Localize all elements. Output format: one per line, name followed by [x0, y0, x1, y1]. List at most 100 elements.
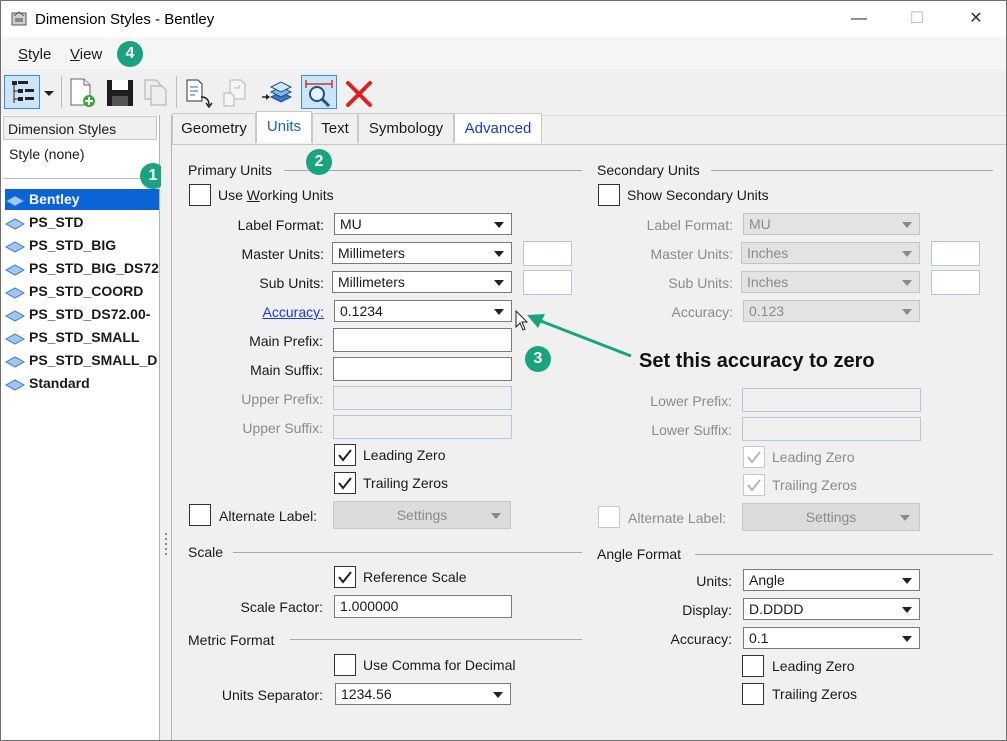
panel-splitter[interactable] — [161, 115, 172, 740]
angle-units-select[interactable]: Angle — [743, 569, 920, 591]
style-item-ps-std-coord[interactable]: PS_STD_COORD — [5, 281, 159, 302]
primary-accuracy-select[interactable]: 0.1234 — [334, 300, 512, 322]
primary-leading-zero-checkbox[interactable] — [334, 444, 356, 466]
minimize-button[interactable]: — — [836, 7, 882, 31]
scale-factor-label: Scale Factor: — [240, 599, 323, 615]
dimension-styles-window: Dimension Styles - Bentley — ☐ ✕ Style V… — [0, 0, 1007, 741]
dimension-style-icon — [5, 356, 25, 368]
use-working-units-checkbox[interactable] — [189, 184, 211, 206]
primary-accuracy-value: 0.1234 — [340, 303, 383, 319]
menu-bar: Style View 4 — [1, 37, 1006, 69]
primary-sub-units-select[interactable]: Millimeters — [332, 271, 512, 293]
angle-accuracy-select[interactable]: 0.1 — [743, 627, 920, 649]
style-item-standard[interactable]: Standard — [5, 373, 159, 394]
style-item-bentley[interactable]: Bentley — [5, 189, 159, 210]
secondary-accuracy-select[interactable]: 0.123 — [743, 300, 920, 322]
main-prefix-input[interactable] — [333, 328, 512, 352]
splitter-grip — [165, 538, 167, 540]
close-button[interactable]: ✕ — [953, 7, 999, 31]
style-list-panel: Dimension Styles Style (none) 1 Bentley … — [1, 115, 166, 740]
toolbar-separator — [61, 76, 62, 108]
style-item-label: PS_STD_BIG — [29, 237, 117, 253]
tab-advanced[interactable]: Advanced — [454, 113, 542, 143]
menu-style[interactable]: Style — [18, 46, 51, 63]
menu-view[interactable]: View — [70, 46, 102, 63]
primary-settings-button[interactable]: Settings — [333, 501, 511, 529]
secondary-alternate-label-checkbox[interactable] — [598, 506, 620, 528]
secondary-master-units-label-field[interactable] — [931, 241, 980, 266]
secondary-leading-zero-checkbox[interactable] — [743, 446, 765, 468]
style-item-ps-std[interactable]: PS_STD — [5, 212, 159, 233]
upper-suffix-input[interactable] — [333, 415, 512, 439]
primary-master-units-value: Millimeters — [338, 245, 405, 261]
style-item-ps-std-big-ds72[interactable]: PS_STD_BIG_DS72 — [5, 258, 159, 279]
chevron-down-icon — [494, 309, 504, 315]
primary-settings-label: Settings — [396, 507, 448, 523]
toolbar — [1, 69, 1006, 116]
angle-trailing-zeros-checkbox[interactable] — [742, 683, 764, 705]
primary-master-units-label-field[interactable] — [523, 241, 572, 266]
style-item-ps-std-ds72[interactable]: PS_STD_DS72.00- — [5, 304, 159, 325]
annotation-badge-2: 2 — [306, 149, 332, 175]
angle-display-select[interactable]: D.DDDD — [743, 598, 920, 620]
window-title: Dimension Styles - Bentley — [35, 11, 215, 28]
dimension-style-icon — [5, 195, 25, 207]
angle-accuracy-label: Accuracy: — [670, 631, 732, 647]
import-button[interactable] — [183, 75, 213, 109]
angle-units-label: Units: — [696, 573, 732, 589]
angle-leading-zero-checkbox[interactable] — [742, 655, 764, 677]
primary-sub-units-label-field[interactable] — [523, 270, 572, 295]
use-working-units-text-a: Use — [218, 187, 247, 203]
style-item-ps-std-small[interactable]: PS_STD_SMALL — [5, 327, 159, 348]
maximize-button[interactable]: ☐ — [894, 7, 940, 31]
tab-text[interactable]: Text — [312, 113, 358, 143]
style-list-divider — [3, 178, 157, 179]
style-item-label: PS_STD — [29, 214, 84, 230]
style-item-ps-std-big[interactable]: PS_STD_BIG — [5, 235, 159, 256]
reference-scale-label: Reference Scale — [363, 569, 467, 585]
tree-view-button[interactable] — [4, 75, 40, 109]
save-button[interactable] — [104, 75, 134, 109]
main-suffix-input[interactable] — [333, 357, 512, 381]
copy-style-button[interactable] — [141, 75, 171, 109]
secondary-settings-button[interactable]: Settings — [742, 503, 920, 531]
delete-style-button[interactable] — [344, 75, 374, 109]
annotation-badge-3: 3 — [525, 346, 551, 372]
primary-master-units-select[interactable]: Millimeters — [332, 242, 512, 264]
current-style-label: Style (none) — [9, 146, 85, 162]
scale-factor-input[interactable]: 1.000000 — [334, 595, 512, 618]
secondary-sub-units-label-field[interactable] — [931, 270, 980, 295]
lower-prefix-input[interactable] — [742, 388, 921, 412]
apply-to-element-button[interactable] — [259, 75, 293, 109]
metric-format-divider — [290, 639, 582, 640]
use-comma-checkbox[interactable] — [334, 654, 356, 676]
primary-trailing-zeros-label: Trailing Zeros — [363, 475, 449, 491]
app-icon — [11, 11, 27, 26]
primary-label-format-select[interactable]: MU — [334, 213, 512, 235]
new-style-button[interactable] — [67, 75, 97, 109]
primary-trailing-zeros-checkbox[interactable] — [334, 472, 356, 494]
style-item-label: Standard — [29, 375, 90, 391]
chevron-down-icon — [902, 578, 912, 584]
dimension-style-icon — [5, 287, 25, 299]
tree-view-dropdown[interactable] — [41, 75, 57, 109]
secondary-trailing-zeros-checkbox[interactable] — [743, 474, 765, 496]
secondary-master-units-select[interactable]: Inches — [741, 242, 920, 264]
show-secondary-units-checkbox[interactable] — [598, 184, 620, 206]
tab-geometry[interactable]: Geometry — [172, 113, 256, 143]
secondary-sub-units-select[interactable]: Inches — [741, 271, 920, 293]
reference-scale-checkbox[interactable] — [334, 566, 356, 588]
secondary-label-format-select[interactable]: MU — [743, 213, 920, 235]
primary-alternate-label-checkbox[interactable] — [189, 504, 211, 526]
export-button[interactable] — [220, 75, 250, 109]
tab-symbology[interactable]: Symbology — [358, 113, 454, 143]
dimension-style-icon — [5, 264, 25, 276]
units-separator-select[interactable]: 1234.56 — [335, 683, 511, 705]
tab-units[interactable]: Units — [256, 111, 312, 143]
style-item-ps-std-small-d[interactable]: PS_STD_SMALL_D — [5, 350, 159, 371]
match-dimension-button[interactable] — [301, 75, 337, 109]
lower-suffix-input[interactable] — [742, 417, 921, 441]
primary-master-units-label: Master Units: — [241, 246, 324, 262]
secondary-settings-label: Settings — [805, 509, 857, 525]
upper-prefix-input[interactable] — [333, 386, 512, 410]
